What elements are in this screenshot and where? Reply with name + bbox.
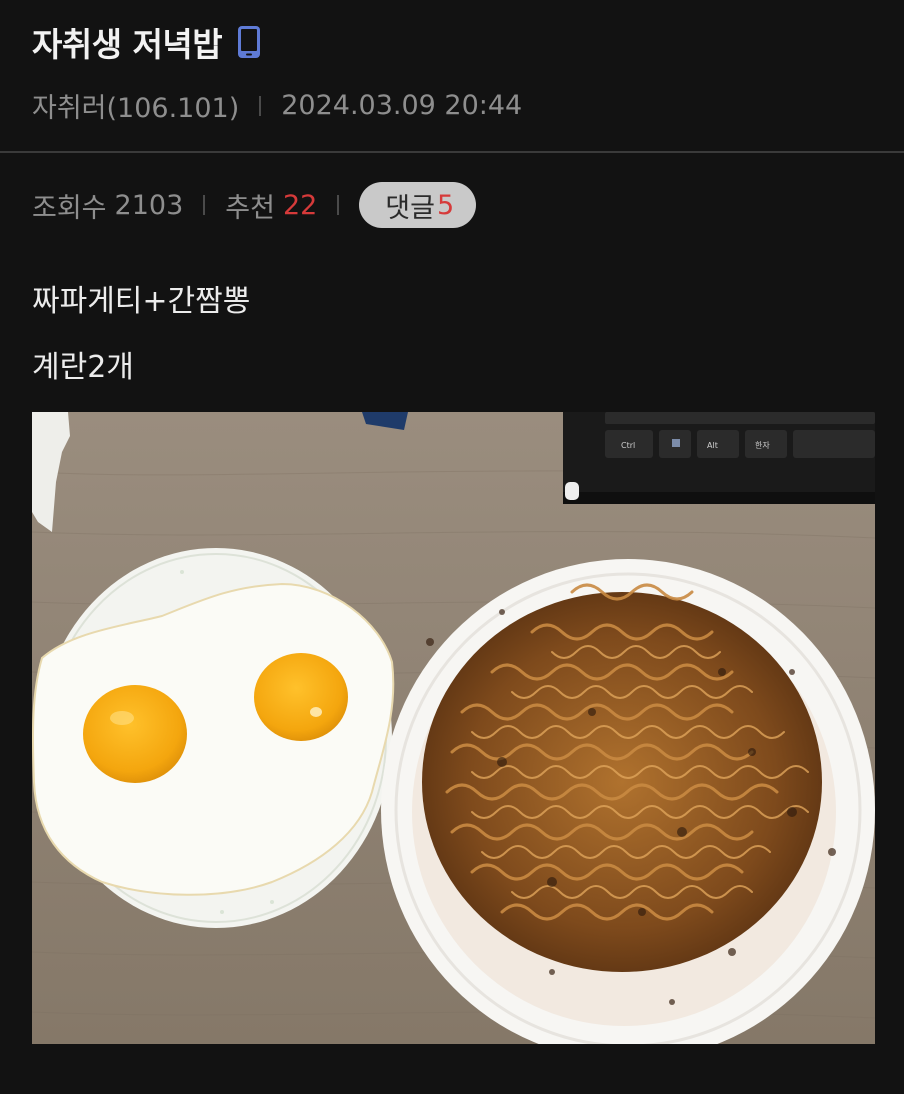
views-count: 2103 xyxy=(114,189,184,221)
comments-button[interactable]: 댓글 5 xyxy=(359,182,477,228)
keyboard: Ctrl Alt 한자 xyxy=(563,412,875,504)
meta-divider xyxy=(259,95,262,116)
post-meta: 자취러(106.101) 2024.03.09 20:44 xyxy=(32,86,522,125)
comments-label: 댓글 xyxy=(385,192,435,224)
post-datetime: 2024.03.09 20:44 xyxy=(281,90,523,121)
mobile-phone-icon xyxy=(236,25,262,59)
title-row: 자취생 저녁밥 xyxy=(32,18,262,66)
comments-count: 5 xyxy=(436,189,455,221)
post-stats: 조회수 2103 추천 22 댓글 5 xyxy=(32,182,477,228)
post-title: 자취생 저녁밥 xyxy=(32,25,223,64)
keyboard-key-label: 한자 xyxy=(755,441,770,450)
post-body-line: 짜파게티+간짬뽕 xyxy=(32,284,251,319)
views-label: 조회수 xyxy=(32,192,107,224)
keyboard-key-label: Alt xyxy=(707,441,718,450)
author-name[interactable]: 자취러(106.101) xyxy=(32,86,239,125)
stats-divider xyxy=(203,195,206,215)
keyboard-key-label: Ctrl xyxy=(621,441,635,450)
post-photo[interactable]: Ctrl Alt 한자 xyxy=(32,412,875,1044)
stats-divider xyxy=(337,195,340,215)
post-body-line: 계란2개 xyxy=(32,350,134,385)
post-header: 자취생 저녁밥 자취러(106.101) 2024.03.09 20:44 xyxy=(0,0,904,153)
recommend-label: 추천 xyxy=(225,192,275,224)
recommend-count: 22 xyxy=(282,189,318,221)
